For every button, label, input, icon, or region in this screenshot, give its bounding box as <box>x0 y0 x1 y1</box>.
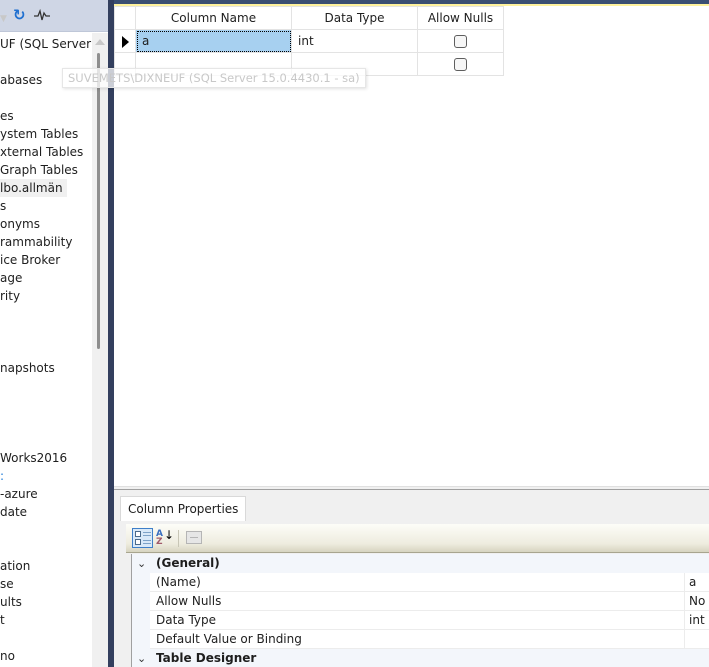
tree-node[interactable]: ation <box>0 557 30 575</box>
tree-node[interactable]: ice Broker <box>0 251 60 269</box>
property-grid-container: A Z ↓ ⌄ (General) (Name) a Allow Nulls No Data T… <box>126 521 709 667</box>
scrollbar-thumb[interactable] <box>97 53 100 349</box>
property-label: Allow Nulls <box>156 594 222 608</box>
header-allow-nulls[interactable]: Allow Nulls <box>417 6 504 30</box>
allow-nulls-cell[interactable] <box>417 29 504 53</box>
object-explorer: ▼ ↻ UF (SQL Server 15 abases esystem Table… <box>0 0 108 667</box>
property-value[interactable] <box>684 630 709 649</box>
table-designer: Column Name Data Type Allow Nulls a int … <box>114 0 709 667</box>
object-explorer-scrollbar[interactable] <box>92 33 108 667</box>
data-type-cell[interactable]: int <box>291 29 418 53</box>
property-label: (Name) <box>156 575 201 589</box>
server-tooltip: SUVEMETS\DIXNEUF (SQL Server 15.0.4430.1… <box>62 68 366 88</box>
tree-node[interactable]: date <box>0 503 27 521</box>
property-value[interactable]: a <box>684 573 709 592</box>
object-explorer-toolbar: ▼ ↻ <box>0 0 108 32</box>
tree-node[interactable]: : <box>0 467 4 485</box>
property-grid: ⌄ (General) (Name) a Allow Nulls No Data Type i… <box>131 554 709 667</box>
property-pages-icon <box>186 531 202 544</box>
property-row[interactable]: Default Value or Binding <box>132 630 709 649</box>
tree-node[interactable]: Graph Tables <box>0 161 78 179</box>
property-value[interactable]: int <box>684 611 709 630</box>
scroll-up-arrow-icon[interactable] <box>95 39 105 45</box>
row-selector-header <box>114 6 136 30</box>
alphabetical-button[interactable]: A Z ↓ <box>154 528 175 548</box>
property-category[interactable]: ⌄ Table Designer <box>132 649 709 667</box>
property-value[interactable]: No <box>684 592 709 611</box>
tree-node[interactable]: Works2016 <box>0 449 67 467</box>
tree-node[interactable]: es <box>0 107 14 125</box>
grid-header-row: Column Name Data Type Allow Nulls <box>114 6 504 30</box>
allow-nulls-cell[interactable] <box>417 52 504 76</box>
property-row[interactable]: Data Type int <box>132 611 709 630</box>
chevron-down-icon[interactable]: ⌄ <box>137 649 146 667</box>
tree-node[interactable]: se <box>0 575 14 593</box>
property-label: Data Type <box>156 613 217 627</box>
refresh-icon[interactable]: ↻ <box>13 8 26 23</box>
property-gutter <box>132 630 150 649</box>
allow-nulls-checkbox[interactable] <box>454 58 467 71</box>
allow-nulls-checkbox[interactable] <box>454 35 467 48</box>
column-name-cell[interactable]: a <box>135 29 292 53</box>
tree-node[interactable]: s <box>0 197 6 215</box>
property-label: Default Value or Binding <box>156 632 302 646</box>
columns-grid: Column Name Data Type Allow Nulls a int <box>114 6 504 76</box>
tree-node[interactable]: onyms <box>0 215 40 233</box>
current-row-arrow-icon <box>121 35 129 48</box>
activity-monitor-icon[interactable] <box>34 8 50 24</box>
tree-node[interactable]: rity <box>0 287 20 305</box>
property-grid-toolbar: A Z ↓ <box>126 524 709 553</box>
tree-node[interactable]: ults <box>0 593 22 611</box>
tree-node[interactable]: napshots <box>0 359 55 377</box>
toolbar-separator <box>178 530 179 547</box>
tree-node[interactable]: rammability <box>0 233 72 251</box>
tree-node[interactable]: xternal Tables <box>0 143 83 161</box>
table-row[interactable]: a int <box>114 29 504 53</box>
tree-node[interactable]: ystem Tables <box>0 125 78 143</box>
tab-column-properties[interactable]: Column Properties <box>120 496 247 521</box>
tree-node[interactable]: no <box>0 647 15 665</box>
property-pages-button[interactable] <box>184 528 205 548</box>
tree-node[interactable]: age <box>0 269 22 287</box>
property-row[interactable]: (Name) a <box>132 573 709 592</box>
tree-node[interactable]: lbo.allmän <box>0 179 67 197</box>
property-category[interactable]: ⌄ (General) <box>132 554 709 573</box>
tree-node[interactable]: t <box>0 611 5 629</box>
object-explorer-tree: UF (SQL Server 15 abases esystem Tablesxte… <box>0 33 94 667</box>
header-data-type[interactable]: Data Type <box>291 6 418 30</box>
row-selector[interactable] <box>114 29 136 53</box>
tree-node[interactable]: abases <box>0 71 42 89</box>
property-category-label: Table Designer <box>156 651 257 665</box>
chevron-down-icon[interactable]: ⌄ <box>137 554 146 573</box>
property-gutter <box>132 573 150 592</box>
property-gutter <box>132 611 150 630</box>
categorized-button[interactable] <box>132 528 153 548</box>
property-category-label: (General) <box>156 556 220 570</box>
header-column-name[interactable]: Column Name <box>135 6 292 30</box>
tree-node[interactable]: UF (SQL Server 15 <box>0 35 94 53</box>
property-gutter <box>132 592 150 611</box>
filter-dropdown-arrow-icon[interactable]: ▼ <box>0 12 7 26</box>
property-row[interactable]: Allow Nulls No <box>132 592 709 611</box>
column-properties-panel: Column Properties A Z ↓ ⌄ (General) (Nam… <box>114 490 709 667</box>
tree-node[interactable]: -azure <box>0 485 38 503</box>
